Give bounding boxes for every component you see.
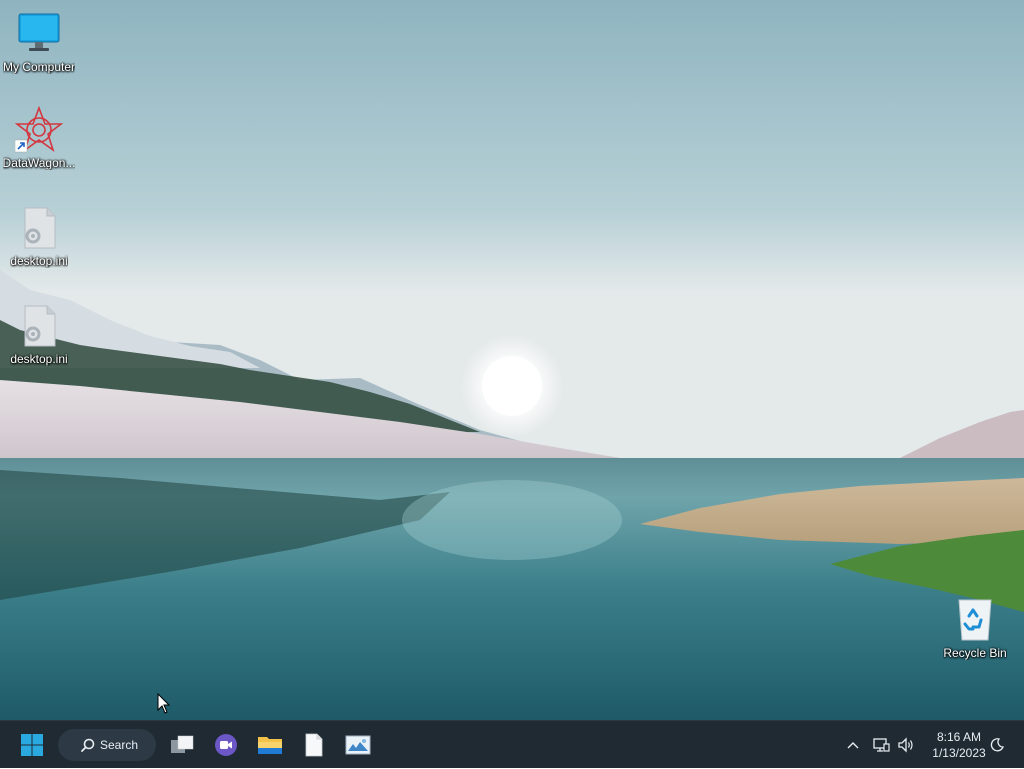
desktop-icon-desktop-ini-2[interactable]: desktop.ini: [0, 302, 78, 366]
desktop-icon-recycle-bin[interactable]: Recycle Bin: [936, 596, 1014, 660]
chevron-up-icon: [847, 742, 859, 749]
search-icon: [81, 738, 95, 752]
desktop-icon-my-computer[interactable]: My Computer: [0, 10, 78, 74]
desktop-icon-datawagon[interactable]: DataWagon...: [0, 105, 78, 170]
file-explorer-button[interactable]: [250, 725, 290, 765]
desktop-icon-desktop-ini-1[interactable]: desktop.ini: [0, 204, 78, 268]
settings-file-icon: [15, 204, 63, 252]
desktop-icon-label: desktop.ini: [10, 352, 68, 366]
wallpaper-landscape: [0, 0, 1024, 720]
taskbar-search-button[interactable]: Search: [58, 729, 156, 761]
search-label: Search: [100, 738, 139, 752]
network-icon: [873, 738, 890, 752]
meet-button[interactable]: [206, 725, 246, 765]
desktop-icon-label: DataWagon...: [2, 156, 76, 170]
document-button[interactable]: [294, 725, 334, 765]
settings-file-icon: [15, 302, 63, 350]
start-button[interactable]: [12, 725, 52, 765]
taskbar: Search 8:16 AM 1/13/2023: [0, 720, 1024, 768]
desktop-icon-label: Recycle Bin: [943, 646, 1007, 660]
network-button[interactable]: [870, 721, 892, 769]
recycle-bin-icon: [951, 596, 999, 644]
notification-icon: [990, 738, 1004, 752]
task-view-icon: [171, 735, 194, 753]
image-viewer-icon: [345, 735, 371, 755]
datawagon-shortcut-icon: [14, 105, 64, 154]
show-hidden-icons-button[interactable]: [842, 721, 864, 769]
notification-button[interactable]: [986, 721, 1008, 769]
desktop-icon-label: desktop.ini: [10, 254, 68, 268]
desktop-icon-label: My Computer: [2, 60, 76, 74]
document-file-icon: [305, 733, 323, 757]
image-viewer-button[interactable]: [338, 725, 378, 765]
volume-button[interactable]: [894, 721, 918, 769]
file-explorer-icon: [258, 737, 282, 754]
monitor-icon: [15, 10, 63, 58]
volume-icon: [898, 737, 913, 753]
mouse-cursor-icon: [157, 693, 171, 714]
start-windows-icon: [21, 734, 43, 756]
desktop: My Computer DataWagon... desktop.ini des…: [0, 0, 1024, 720]
task-view-button[interactable]: [162, 725, 202, 765]
meet-video-icon: [215, 734, 237, 756]
